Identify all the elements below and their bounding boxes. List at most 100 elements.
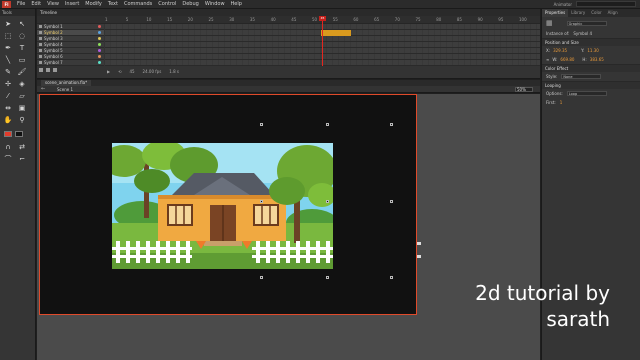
eraser-tool-icon[interactable]: ▱ [17,92,27,101]
layer-name[interactable]: Symbol 1 [44,24,98,29]
paint-bucket-tool-icon[interactable]: ◈ [17,80,27,89]
fps-readout[interactable]: 24.00 fps [143,69,162,74]
transform-handle[interactable] [326,276,329,279]
menu-view[interactable]: View [44,1,62,7]
timeline-tab[interactable]: Timeline [37,9,540,16]
style-select[interactable]: None [561,74,602,79]
h-value[interactable]: 383.65 [590,57,604,62]
tab-properties[interactable]: Properties [542,9,569,17]
zoom-select[interactable]: 50% [515,87,533,92]
layer-name[interactable]: Symbol 4 [44,42,98,47]
frame-grid[interactable]: 45 [105,16,540,66]
first-frame-value[interactable]: 1 [560,100,563,105]
x-value[interactable]: 329.35 [553,48,567,53]
help-search-input[interactable] [576,1,636,7]
rectangle-tool-icon[interactable]: ▭ [17,56,27,65]
w-value[interactable]: 669.80 [560,57,574,62]
workspace-switcher[interactable]: Animator [550,2,576,7]
transform-handle[interactable] [260,123,263,126]
hand-tool-icon[interactable]: ✋ [3,116,13,125]
new-layer-icon[interactable] [39,68,43,72]
layer-row[interactable]: Symbol 7 [37,60,104,66]
lasso-tool-icon[interactable]: ◌ [17,32,27,41]
layer-color-icon[interactable] [98,43,101,46]
transform-handle[interactable] [260,200,263,203]
layer-color-icon[interactable] [98,49,101,52]
menu-insert[interactable]: Insert [62,1,82,7]
menu-file[interactable]: File [14,1,28,7]
menu-modify[interactable]: Modify [82,1,105,7]
layer-color-icon[interactable] [98,37,101,40]
pen-tool-icon[interactable]: ✒ [3,44,13,53]
transform-handle[interactable] [390,123,393,126]
menu-edit[interactable]: Edit [28,1,44,7]
menu-window[interactable]: Window [202,1,228,7]
delete-layer-icon[interactable] [53,68,57,72]
transform-handle[interactable] [260,276,263,279]
transform-handle[interactable] [390,276,393,279]
layer-name[interactable]: Symbol 5 [44,48,98,53]
y-value[interactable]: 11.30 [587,48,598,53]
menu-commands[interactable]: Commands [121,1,155,7]
options-select[interactable]: Loop [566,91,607,96]
line-tool-icon[interactable]: ╲ [3,56,13,65]
stroke-color-swatch[interactable] [4,131,12,137]
frame-number-label: 35 [249,17,255,22]
layer-type-icon [39,31,42,34]
layer-color-icon[interactable] [98,61,101,64]
selection-tool-icon[interactable]: ➤ [3,20,13,29]
bone-tool-icon[interactable]: ✢ [3,80,13,89]
instance-type-select[interactable]: Graphic [566,20,607,26]
layer-name[interactable]: Symbol 6 [44,54,98,59]
fill-color-swatch[interactable] [15,131,23,137]
play-icon[interactable]: ▶ [107,69,110,74]
eyedropper-tool-icon[interactable]: ⁄ [3,92,13,101]
menu-help[interactable]: Help [228,1,245,7]
new-folder-icon[interactable] [46,68,50,72]
text-tool-icon[interactable]: T [17,44,27,53]
snap-to-objects-icon[interactable]: ∩ [3,143,13,152]
section-looping[interactable]: Looping [542,81,640,89]
house-scene-artwork[interactable] [112,143,333,269]
menu-text[interactable]: Text [105,1,121,7]
layer-color-icon[interactable] [98,25,101,28]
stage[interactable] [39,94,417,315]
brush-tool-icon[interactable]: 🖌 [17,68,27,77]
transform-handle[interactable] [326,123,329,126]
instance-of-value[interactable]: Symbol 4 [573,31,592,36]
smooth-option-icon[interactable]: ⌒ [3,155,13,164]
swap-colors-icon[interactable]: ⇄ [17,143,27,152]
scene-breadcrumb[interactable]: Scene 1 [57,87,73,92]
layer-type-icon [39,49,42,52]
tab-library[interactable]: Library [568,9,588,17]
layer-name[interactable]: Symbol 3 [44,36,98,41]
section-color-effect[interactable]: Color Effect [542,64,640,72]
back-arrow-icon[interactable]: ← [41,86,45,92]
zoom-tool-icon[interactable]: ⚲ [17,116,27,125]
timeline-frame-ruler[interactable]: 1 5 10 15 20 25 30 35 40 45 50 55 60 65 70 75 80 85 90 95 10… [37,16,540,24]
playhead[interactable] [322,16,323,66]
straighten-option-icon[interactable]: ⌐ [17,155,27,164]
loop-icon[interactable]: ⟲ [118,69,121,74]
tab-color[interactable]: Color [588,9,604,17]
menu-control[interactable]: Control [155,1,179,7]
caption-line-1: 2d tutorial by [475,281,610,305]
timeline-status-bar: ▶ ⟲ 45 24.00 fps 1.8 s [105,67,540,75]
subselection-tool-icon[interactable]: ↖ [17,20,27,29]
tab-align[interactable]: Align [605,9,621,17]
frame-number-label: 100 [519,17,527,22]
layer-name[interactable]: Symbol 2 [44,30,98,35]
pencil-tool-icon[interactable]: ✎ [3,68,13,77]
section-position-size[interactable]: Position and Size [542,38,640,46]
transform-handle[interactable] [390,200,393,203]
camera-tool-icon[interactable]: ▣ [17,104,27,113]
frame-number-label: 55 [332,17,338,22]
layer-name[interactable]: Symbol 7 [44,60,98,65]
link-proportions-icon[interactable]: ∞ [546,57,549,62]
width-tool-icon[interactable]: ⇹ [3,104,13,113]
transform-handle[interactable] [326,200,329,203]
layer-color-icon[interactable] [98,55,101,58]
menu-debug[interactable]: Debug [179,1,201,7]
free-transform-tool-icon[interactable]: ⬚ [3,32,13,41]
layer-color-icon[interactable] [98,31,101,34]
